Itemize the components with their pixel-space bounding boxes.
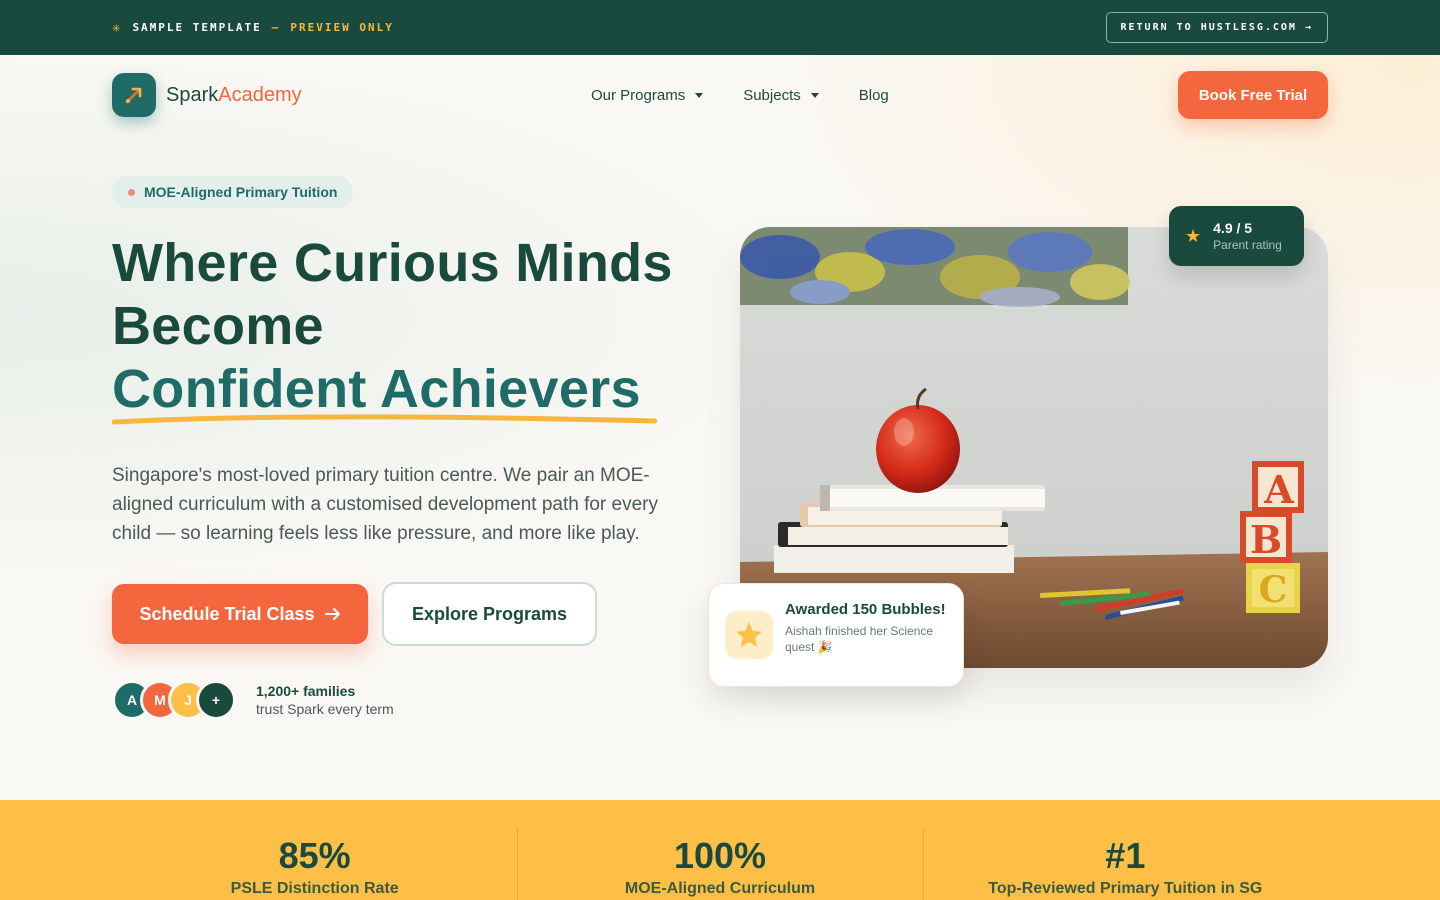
headline-accent-text: Confident Achievers — [112, 359, 641, 419]
preview-label: PREVIEW ONLY — [290, 21, 394, 34]
rating-card: ★ 4.9 / 5 Parent rating — [1169, 206, 1304, 266]
star-icon: ★ — [1185, 225, 1202, 247]
nav-item-programs[interactable]: Our Programs — [591, 86, 704, 104]
logo-icon[interactable] — [112, 73, 156, 117]
stat-value: 85% — [278, 835, 351, 876]
nav-links: Our Programs Subjects Blog — [591, 71, 889, 119]
svg-text:B: B — [1250, 517, 1282, 562]
award-card: Awarded 150 Bubbles! Aishah finished her… — [708, 583, 964, 687]
stat-value: 100% — [673, 835, 767, 876]
star-icon — [725, 611, 773, 659]
nav-label: Blog — [858, 86, 889, 104]
trust-label: trust Spark every term — [256, 701, 394, 717]
nav-label: Subjects — [743, 86, 801, 104]
banner-label: ✳ SAMPLE TEMPLATE — PREVIEW ONLY — [112, 20, 394, 36]
headline-line1: Where Curious Minds — [112, 233, 673, 293]
award-subtitle: Aishah finished her Science quest 🎉 — [785, 624, 934, 654]
hero-headline: Where Curious Minds Become Confident Ach… — [112, 232, 732, 425]
logo-wordmark[interactable]: SparkAcademy — [166, 84, 302, 107]
hero-description: Singapore's most-loved primary tuition c… — [112, 465, 658, 544]
avatar: + — [196, 680, 236, 720]
stats-band: 85% PSLE Distinction Rate 100% MOE-Align… — [0, 800, 1440, 900]
main-nav: SparkAcademy Our Programs Subjects Blog … — [112, 71, 1328, 119]
rating-label: Parent rating — [1213, 238, 1282, 252]
svg-text:A: A — [1263, 467, 1294, 512]
stat-item: #1 Top-Reviewed Primary Tuition in SG — [922, 800, 1328, 900]
stat-label: Top-Reviewed Primary Tuition in SG — [988, 880, 1263, 897]
stat-value: #1 — [1105, 835, 1146, 876]
nav-label: Our Programs — [591, 86, 686, 104]
svg-text:C: C — [1259, 569, 1288, 611]
preview-banner: ✳ SAMPLE TEMPLATE — PREVIEW ONLY RETURN … — [0, 0, 1440, 55]
squiggle-underline-icon — [112, 414, 657, 425]
banner-dash: — — [271, 21, 281, 34]
hero-badge: MOE-Aligned Primary Tuition — [112, 176, 354, 208]
logo-spark: Spark — [166, 83, 219, 106]
rating-value: 4.9 / 5 — [1213, 220, 1253, 236]
return-link[interactable]: RETURN TO HUSTLESG.COM → — [1105, 12, 1328, 43]
sparkle-icon: ✳ — [112, 19, 123, 36]
explore-programs-button[interactable]: Explore Programs — [382, 582, 597, 646]
schedule-trial-button[interactable]: Schedule Trial Class — [112, 584, 368, 644]
nav-item-blog[interactable]: Blog — [859, 87, 889, 104]
award-title: Awarded 150 Bubbles! — [785, 601, 946, 618]
schedule-trial-label: Schedule Trial Class — [139, 603, 315, 624]
stat-label: PSLE Distinction Rate — [230, 880, 399, 897]
chevron-down-icon — [695, 92, 704, 98]
template-label: SAMPLE TEMPLATE — [132, 21, 262, 34]
badge-dot-icon — [128, 188, 135, 196]
avatar-stack: A M J + — [112, 680, 242, 720]
nav-item-subjects[interactable]: Subjects — [743, 87, 819, 104]
trust-count: 1,200+ families — [256, 683, 356, 699]
badge-label: MOE-Aligned Primary Tuition — [144, 184, 338, 200]
book-free-trial-button[interactable]: Book Free Trial — [1178, 71, 1328, 119]
stat-item: 85% PSLE Distinction Rate — [112, 800, 517, 900]
stat-item: 100% MOE-Aligned Curriculum — [517, 800, 922, 900]
trust-text: 1,200+ families trust Spark every term — [256, 682, 394, 718]
arrow-right-icon — [324, 608, 340, 620]
headline-line2: Become — [112, 296, 324, 356]
chevron-down-icon — [810, 92, 819, 98]
headline-accent: Confident Achievers — [112, 358, 657, 425]
stat-label: MOE-Aligned Curriculum — [624, 880, 816, 897]
logo-academy: Academy — [218, 83, 302, 106]
